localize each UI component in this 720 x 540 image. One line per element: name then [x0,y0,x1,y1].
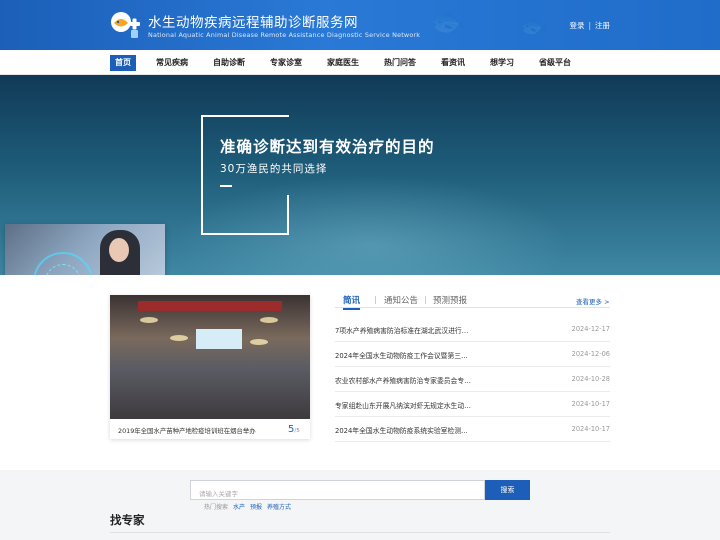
photo-counter-total: /5 [294,428,300,434]
nav-item-self-diagnosis[interactable]: 自助诊断 [208,55,250,71]
register-link[interactable]: 注册 [595,21,610,30]
fish-decoration-icon: 🐟 [430,4,468,39]
site-header: 🐟 🐟 水生动物疾病远程辅助诊断服务网 National Aquatic Ani… [0,0,720,50]
login-link[interactable]: 登录 [569,21,584,30]
photo-screen [196,329,242,349]
hero-frame-right [287,195,289,235]
auth-separator: | [588,21,591,30]
photo-banner [138,301,282,311]
news-list-item[interactable]: 7项水产养殖病害防治标准在湖北武汉进行… 2024-12-17 [335,317,610,342]
site-logo-icon[interactable] [110,10,142,40]
tab-separator [425,296,426,304]
hot-keyword[interactable]: 养殖方式 [267,504,291,511]
tab-separator [375,296,376,304]
photo-light [260,317,278,323]
section-divider [110,532,610,533]
nav-item-expert-room[interactable]: 专家诊室 [265,55,307,71]
auth-links: 登录 | 注册 [569,20,610,31]
photo-light [250,339,268,345]
news-item-date: 2024-10-17 [571,425,610,433]
hero-subtitle: 30万渔民的共同选择 [220,163,328,175]
find-expert-title: 找专家 [110,513,145,527]
main-nav: 首页 常见疾病 自助诊断 专家诊室 家庭医生 热门问答 看资讯 想学习 省级平台 [0,50,720,75]
news-item-title[interactable]: 7项水产养殖病害防治标准在湖北武汉进行… [335,325,468,335]
news-photo-card[interactable]: 2019年全国水产苗种产地检疫培训班在烟台举办 [110,295,310,439]
hot-keyword[interactable]: 水产 [233,504,245,511]
hot-searches-label: 热门搜索 [204,504,229,511]
news-list-item[interactable]: 专家组赴山东开展凡纳滨对虾无规定水生动… 2024-10-17 [335,392,610,417]
ad-person-face [109,238,129,262]
nav-item-provincial[interactable]: 省级平台 [534,55,576,71]
view-more-link[interactable]: 查看更多 > [576,296,610,306]
news-item-title[interactable]: 2024年全国水生动物防疫工作会议暨第三… [335,350,468,360]
tab-forecast[interactable]: 预测预报 [433,294,467,306]
news-tabs: 简讯 通知公告 预测预报 [335,294,610,310]
hero-dash [220,185,232,187]
site-title: 水生动物疾病远程辅助诊断服务网 [148,15,358,31]
search-input[interactable] [191,485,484,503]
search-box [190,480,485,503]
nav-item-common-diseases[interactable]: 常见疾病 [151,55,193,71]
news-item-title[interactable]: 2024年全国水生动物防疫系统实验室检测… [335,425,468,435]
news-item-title[interactable]: 农业农村部水产养殖病害防治专家委员会专… [335,375,471,385]
hero-frame-top [201,115,289,117]
news-list-item[interactable]: 2024年全国水生动物防疫系统实验室检测… 2024-10-17 [335,417,610,442]
search-button[interactable]: 搜索 [485,480,530,500]
photo-light [140,317,158,323]
news-list-item[interactable]: 2024年全国水生动物防疫工作会议暨第三… 2024-12-06 [335,342,610,367]
hero-title: 准确诊断达到有效治疗的目的 [220,138,435,156]
conference-photo [110,295,310,419]
photo-light [170,335,188,341]
nav-item-family-doctor[interactable]: 家庭医生 [322,55,364,71]
nav-item-learning[interactable]: 想学习 [485,55,519,71]
tab-brief-news[interactable]: 简讯 [343,294,361,310]
photo-counter: 5/5 [288,424,300,435]
photo-caption[interactable]: 2019年全国水产苗种产地检疫培训班在烟台举办 [118,426,256,435]
nav-item-home[interactable]: 首页 [110,55,136,71]
news-item-date: 2024-12-17 [571,325,610,333]
news-item-title[interactable]: 专家组赴山东开展凡纳滨对虾无规定水生动… [335,400,471,410]
hot-keyword[interactable]: 预报 [250,504,262,511]
news-item-date: 2024-10-28 [571,375,610,383]
news-list-item[interactable]: 农业农村部水产养殖病害防治专家委员会专… 2024-10-28 [335,367,610,392]
tab-notices[interactable]: 通知公告 [384,294,418,306]
site-subtitle: National Aquatic Animal Disease Remote A… [148,31,421,39]
fish-decoration-icon: 🐟 [520,14,548,39]
news-item-date: 2024-12-06 [571,350,610,358]
hot-searches: 热门搜索 水产 预报 养殖方式 [204,502,291,511]
news-item-date: 2024-10-17 [571,400,610,408]
nav-item-hot-qa[interactable]: 热门问答 [379,55,421,71]
nav-item-news[interactable]: 看资讯 [436,55,470,71]
